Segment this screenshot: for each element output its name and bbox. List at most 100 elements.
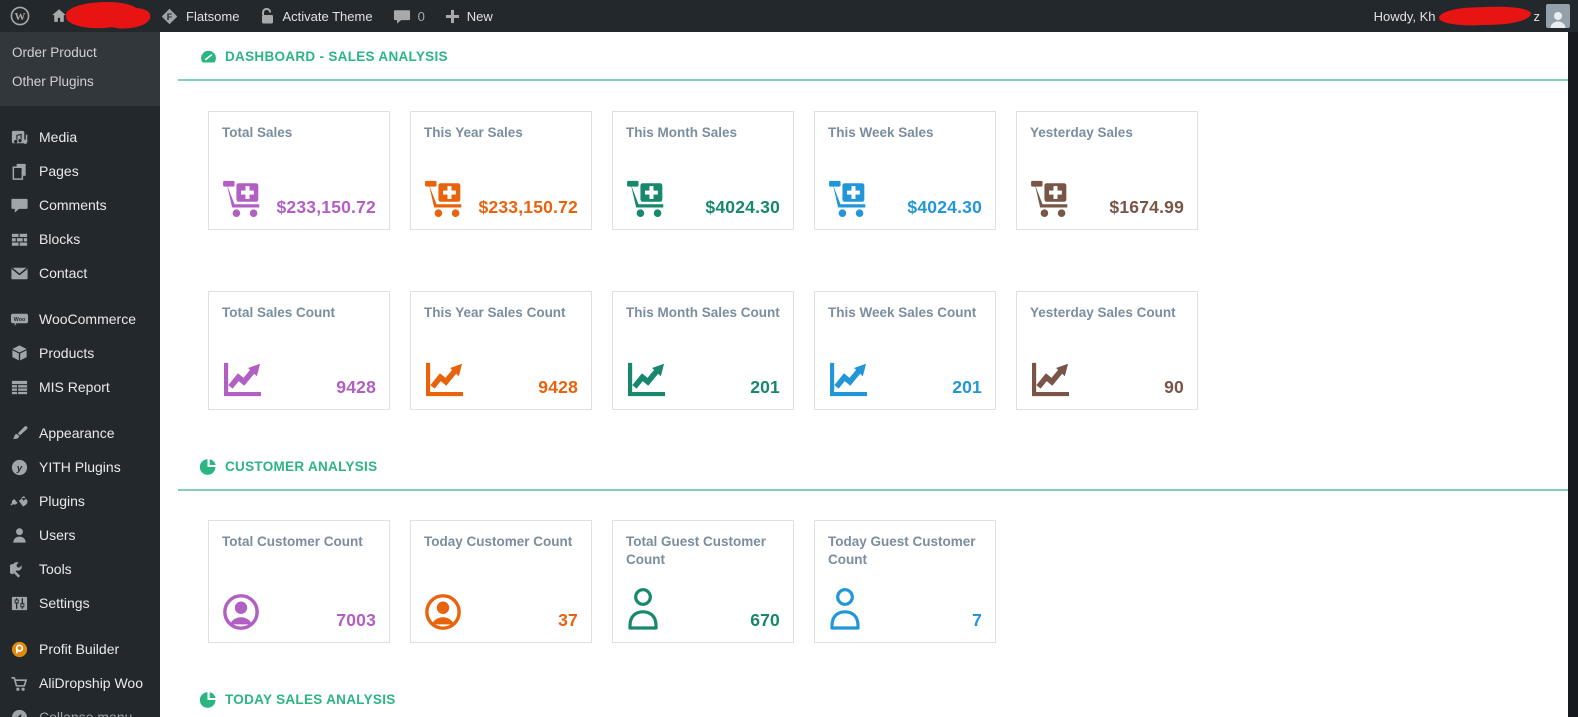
svg-text:Woo: Woo (13, 316, 25, 322)
sidebar-item-appearance[interactable]: Appearance (0, 416, 160, 450)
sidebar-item-users[interactable]: Users (0, 518, 160, 552)
sales-cards-row: Total Sales $233,150.72 This Year Sales … (208, 111, 1568, 230)
new-content-button[interactable]: New (435, 0, 503, 32)
sidebar-item-woocommerce[interactable]: Woo WooCommerce (0, 302, 160, 336)
stat-card-yesterday-sales-count: Yesterday Sales Count 90 (1016, 291, 1198, 410)
section-title-text: TODAY SALES ANALYSIS (225, 692, 396, 707)
comments-count: 0 (418, 9, 425, 24)
plus-icon (445, 9, 460, 24)
stat-card-total-sales: Total Sales $233,150.72 (208, 111, 390, 230)
sidebar-submenu: Order Product Other Plugins (0, 32, 160, 106)
stat-card-this-week-sales: This Week Sales $4024.30 (814, 111, 996, 230)
appearance-brush-icon (9, 423, 29, 443)
pages-icon (9, 161, 29, 181)
alidropship-cart-icon (9, 673, 29, 693)
woocommerce-icon: Woo (9, 309, 29, 329)
stat-card-total-customer-count: Total Customer Count 7003 (208, 520, 390, 643)
sidebar-item-tools[interactable]: Tools (0, 552, 160, 586)
page-scrollbar[interactable] (1568, 32, 1578, 717)
sidebar-item-label: Profit Builder (39, 641, 119, 657)
card-value: 201 (750, 377, 780, 398)
sidebar-item-label: Appearance (39, 425, 115, 441)
sidebar-item-plugins[interactable]: Plugins (0, 484, 160, 518)
new-label: New (467, 9, 493, 24)
card-title: Yesterday Sales Count (1030, 304, 1184, 322)
sidebar-item-media[interactable]: Media (0, 120, 160, 154)
chart-line-icon (222, 361, 263, 398)
sidebar-item-contact[interactable]: Contact (0, 256, 160, 290)
blocks-icon (9, 229, 29, 249)
section-title-sales-analysis: DASHBOARD - SALES ANALYSIS (200, 32, 1568, 65)
card-value: 7003 (336, 610, 376, 631)
card-value: 90 (1164, 377, 1184, 398)
flatsome-label: Flatsome (186, 9, 239, 24)
sidebar-item-pages[interactable]: Pages (0, 154, 160, 188)
sidebar-item-label: Settings (39, 595, 90, 611)
avatar[interactable] (1546, 4, 1570, 28)
redaction-scribble (1438, 5, 1531, 26)
sales-count-cards-row: Total Sales Count 9428 This Year Sales C… (208, 291, 1568, 410)
admin-bar: W F Flatsome Activate Theme (0, 0, 1578, 32)
card-value: 37 (558, 610, 578, 631)
card-value: 7 (972, 610, 982, 631)
sidebar-item-label: Contact (39, 265, 87, 281)
sidebar-item-label: MIS Report (39, 379, 110, 395)
account-menu[interactable]: Howdy, Khz (1374, 4, 1578, 28)
comments-icon (9, 195, 29, 215)
activate-theme-button[interactable]: Activate Theme (249, 0, 382, 32)
unlock-icon (259, 7, 275, 25)
wordpress-admin-dashboard: W F Flatsome Activate Theme (0, 0, 1578, 717)
mis-report-table-icon (9, 377, 29, 397)
dashboard-content: DASHBOARD - SALES ANALYSIS Total Sales $… (160, 32, 1568, 717)
chart-line-icon (1030, 361, 1071, 398)
stat-card-this-year-sales-count: This Year Sales Count 9428 (410, 291, 592, 410)
sidebar-item-label: Collapse menu (39, 709, 132, 717)
cart-plus-icon (828, 178, 874, 218)
sidebar-item-alidropship-woo[interactable]: AliDropship Woo (0, 666, 160, 700)
sidebar-item-profit-builder[interactable]: Profit Builder (0, 632, 160, 666)
stat-card-total-guest-customer-count: Total Guest Customer Count 670 (612, 520, 794, 643)
flatsome-menu-button[interactable]: F Flatsome (150, 0, 249, 32)
stat-card-today-guest-customer-count: Today Guest Customer Count 7 (814, 520, 996, 643)
sidebar-subitem-order-product[interactable]: Order Product (0, 38, 160, 67)
sidebar-item-label: Blocks (39, 231, 80, 247)
comment-bubble-icon (393, 8, 411, 25)
sidebar-item-label: Tools (39, 561, 72, 577)
chart-line-icon (828, 361, 869, 398)
card-title: Total Sales Count (222, 304, 376, 322)
section-title-text: DASHBOARD - SALES ANALYSIS (225, 49, 448, 64)
sidebar-item-label: Comments (39, 197, 107, 213)
section-title-today-sales-analysis: TODAY SALES ANALYSIS (200, 691, 1568, 708)
settings-sliders-icon (9, 593, 29, 613)
sidebar-item-label: YITH Plugins (39, 459, 121, 475)
sidebar-item-label: AliDropship Woo (39, 675, 143, 691)
sidebar-item-yith-plugins[interactable]: y YITH Plugins (0, 450, 160, 484)
svg-text:W: W (15, 11, 26, 23)
stat-card-this-week-sales-count: This Week Sales Count 201 (814, 291, 996, 410)
sidebar-item-products[interactable]: Products (0, 336, 160, 370)
sidebar-item-settings[interactable]: Settings (0, 586, 160, 620)
wordpress-logo-button[interactable]: W (0, 0, 40, 32)
chart-line-icon (626, 361, 667, 398)
cart-plus-icon (222, 178, 268, 218)
card-value: $4024.30 (705, 197, 780, 218)
sidebar-item-comments[interactable]: Comments (0, 188, 160, 222)
stat-card-this-month-sales: This Month Sales $4024.30 (612, 111, 794, 230)
stat-card-this-year-sales: This Year Sales $233,150.72 (410, 111, 592, 230)
contact-envelope-icon (9, 263, 29, 283)
cart-plus-icon (1030, 178, 1076, 218)
card-title: Today Customer Count (424, 533, 578, 551)
sidebar-item-blocks[interactable]: Blocks (0, 222, 160, 256)
profit-builder-icon (9, 639, 29, 659)
collapse-menu-button[interactable]: Collapse menu (0, 700, 160, 717)
stat-card-today-customer-count: Today Customer Count 37 (410, 520, 592, 643)
sidebar-item-label: Pages (39, 163, 79, 179)
sidebar-subitem-other-plugins[interactable]: Other Plugins (0, 67, 160, 96)
site-name-button[interactable] (40, 0, 150, 32)
sidebar-item-mis-report[interactable]: MIS Report (0, 370, 160, 404)
guest-user-icon (626, 587, 660, 631)
sidebar-item-label: Products (39, 345, 94, 361)
comments-button[interactable]: 0 (383, 0, 435, 32)
sidebar-item-label: Plugins (39, 493, 85, 509)
card-title: This Year Sales (424, 124, 578, 142)
